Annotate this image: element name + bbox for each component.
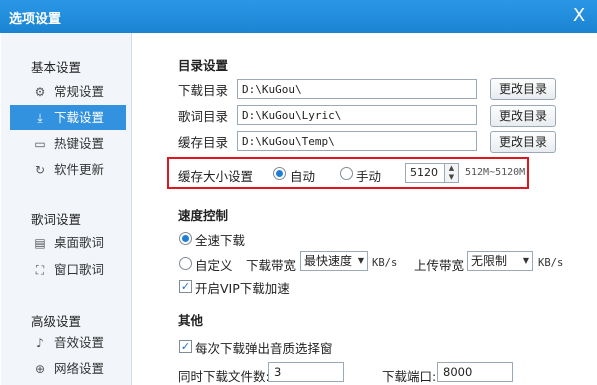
custom-speed-label: 自定义	[195, 258, 233, 273]
upload-bandwidth-unit: KB/s	[538, 257, 564, 269]
concurrent-downloads-input[interactable]: 3	[268, 362, 344, 382]
vip-accel-label: 开启VIP下载加速	[195, 281, 290, 296]
quality-popup-checkbox[interactable]: ✓	[179, 340, 192, 353]
close-icon[interactable]: X	[567, 4, 591, 28]
cache-size-input[interactable]: 5120	[405, 163, 445, 183]
sidebar-item-hotkey[interactable]: ▭ 热键设置	[10, 131, 126, 156]
concurrent-downloads-label: 同时下载文件数:	[178, 369, 270, 384]
sidebar-item-label: 音效设置	[54, 335, 105, 350]
sidebar-item-label: 桌面歌词	[54, 235, 105, 250]
chevron-down-icon: ▼	[522, 256, 529, 265]
directory-section-title: 目录设置	[178, 58, 229, 73]
network-icon: ⊕	[34, 362, 46, 376]
sidebar-item-network[interactable]: ⊕ 网络设置	[10, 356, 126, 381]
sidebar-section-lyrics: 歌词设置	[31, 212, 82, 227]
sidebar-section-basic: 基本设置	[31, 60, 82, 75]
download-bandwidth-label: 下载带宽	[246, 258, 297, 273]
desktop-lyric-icon: ▤	[34, 236, 46, 250]
sidebar-item-update[interactable]: ↻ 软件更新	[10, 157, 126, 182]
sidebar-item-download[interactable]: ⤓ 下载设置	[10, 105, 126, 130]
sidebar-item-general[interactable]: ⚙ 常规设置	[10, 79, 126, 104]
sidebar-item-label: 软件更新	[54, 162, 105, 177]
sidebar-item-sound-effect[interactable]: ♪ 音效设置	[10, 330, 126, 355]
window-lyric-icon: ⛶	[35, 263, 45, 277]
window-title: 选项设置	[9, 12, 62, 27]
cache-auto-radio[interactable]	[273, 167, 286, 180]
chevron-down-icon: ▼	[357, 256, 364, 265]
cache-manual-label: 手动	[356, 169, 382, 184]
full-speed-label: 全速下载	[195, 233, 246, 248]
change-download-dir-button[interactable]: 更改目录	[490, 78, 556, 100]
cache-size-label: 缓存大小设置	[178, 169, 254, 184]
sidebar-item-label: 常规设置	[54, 84, 105, 99]
cache-dir-label: 缓存目录	[178, 135, 229, 150]
update-icon: ↻	[34, 163, 46, 177]
change-cache-dir-button[interactable]: 更改目录	[490, 131, 556, 153]
cache-dir-field[interactable]: D:\KuGou\Temp\	[237, 131, 477, 151]
cache-size-range-hint: 512M~5120M	[465, 167, 526, 178]
sidebar-section-advanced: 高级设置	[31, 314, 82, 329]
lyric-dir-field[interactable]: D:\KuGou\Lyric\	[237, 105, 477, 125]
full-speed-radio[interactable]	[179, 232, 192, 245]
sidebar-item-label: 热键设置	[54, 136, 105, 151]
sidebar-item-label: 下载设置	[54, 110, 105, 125]
other-section-title: 其他	[178, 313, 204, 328]
cache-auto-label: 自动	[290, 169, 316, 184]
upload-bandwidth-select[interactable]: 无限制 ▼	[467, 251, 533, 271]
download-bandwidth-unit: KB/s	[372, 257, 398, 269]
speed-section-title: 速度控制	[178, 208, 229, 223]
sidebar-item-label: 网络设置	[54, 361, 105, 376]
sidebar: 基本设置 ⚙ 常规设置 ⤓ 下载设置 ▭ 热键设置 ↻ 软件更新 歌词设置 ▤ …	[1, 33, 132, 385]
download-bandwidth-value: 最快速度	[304, 254, 353, 268]
custom-speed-radio[interactable]	[179, 257, 192, 270]
cache-manual-radio[interactable]	[340, 167, 353, 180]
gear-icon: ⚙	[34, 85, 46, 99]
sidebar-item-label: 窗口歌词	[54, 262, 105, 277]
keyboard-icon: ▭	[34, 137, 46, 151]
download-port-label: 下载端口:	[382, 369, 437, 384]
sidebar-item-desktop-lyric[interactable]: ▤ 桌面歌词	[10, 230, 126, 255]
download-port-input[interactable]: 8000	[437, 362, 513, 382]
download-icon: ⤓	[37, 111, 43, 125]
lyric-dir-label: 歌词目录	[178, 109, 229, 124]
download-dir-label: 下载目录	[178, 83, 229, 98]
sidebar-item-window-lyric[interactable]: ⛶ 窗口歌词	[10, 257, 126, 282]
equalizer-icon: ♪	[36, 336, 44, 350]
download-bandwidth-select[interactable]: 最快速度 ▼	[300, 251, 368, 271]
quality-popup-label: 每次下载弹出音质选择窗	[195, 341, 333, 356]
download-dir-field[interactable]: D:\KuGou\	[237, 79, 477, 99]
title-bar: 选项设置 X	[0, 0, 597, 33]
vip-accel-checkbox[interactable]: ✓	[179, 280, 192, 293]
upload-bandwidth-value: 无限制	[471, 254, 508, 268]
change-lyric-dir-button[interactable]: 更改目录	[490, 105, 556, 127]
upload-bandwidth-label: 上传带宽	[414, 258, 465, 273]
cache-size-stepper[interactable]: ▲ ▼	[445, 163, 459, 183]
